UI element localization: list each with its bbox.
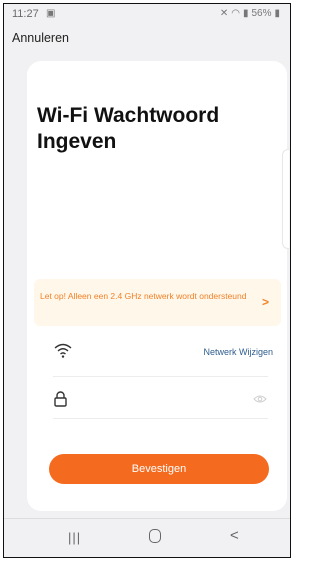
wifi-password-card: Wi-Fi Wachtwoord Ingeven Let op! Alleen … [27, 61, 289, 511]
wifi-icon [54, 343, 72, 358]
eye-icon[interactable] [253, 394, 267, 404]
status-icons: ✕ ◠ ▮ 56% ▮ [220, 8, 280, 19]
cancel-button[interactable]: Annuleren [12, 31, 69, 45]
image-icon: ▣ [46, 8, 56, 19]
home-button[interactable] [149, 529, 161, 543]
password-row [27, 391, 287, 417]
signal-icon: ▮ [242, 8, 249, 19]
chevron-right-icon: > [261, 295, 269, 309]
status-bar: 11:27 ▣ ✕ ◠ ▮ 56% ▮ [4, 4, 290, 26]
wifi-status-icon: ◠ [231, 8, 240, 19]
phone-screen: 11:27 ▣ ✕ ◠ ▮ 56% ▮ Annuleren Wi-Fi Wach… [3, 3, 291, 558]
wifi-network-row: Netwerk Wijzigen [27, 343, 287, 373]
divider [53, 376, 268, 377]
back-button[interactable]: < [230, 527, 239, 544]
recent-apps-button[interactable]: ||| [68, 530, 81, 545]
battery-percent: 56% [251, 8, 272, 19]
password-input[interactable] [79, 391, 243, 411]
change-network-link[interactable]: Netwerk Wijzigen [203, 347, 273, 357]
frequency-warning-banner[interactable]: Let op! Alleen een 2.4 GHz netwerk wordt… [34, 279, 281, 326]
android-nav-bar: ||| < [4, 518, 290, 557]
lock-icon [54, 391, 67, 407]
next-card-peek [282, 149, 289, 249]
divider [53, 418, 268, 419]
mute-icon: ✕ [219, 8, 229, 19]
page-title: Wi-Fi Wachtwoord Ingeven [37, 104, 220, 153]
status-time: 11:27 [12, 8, 39, 20]
warning-text: Let op! Alleen een 2.4 GHz netwerk wordt… [40, 291, 247, 301]
battery-icon: ▮ [274, 8, 280, 19]
confirm-button[interactable]: Bevestigen [49, 454, 269, 484]
